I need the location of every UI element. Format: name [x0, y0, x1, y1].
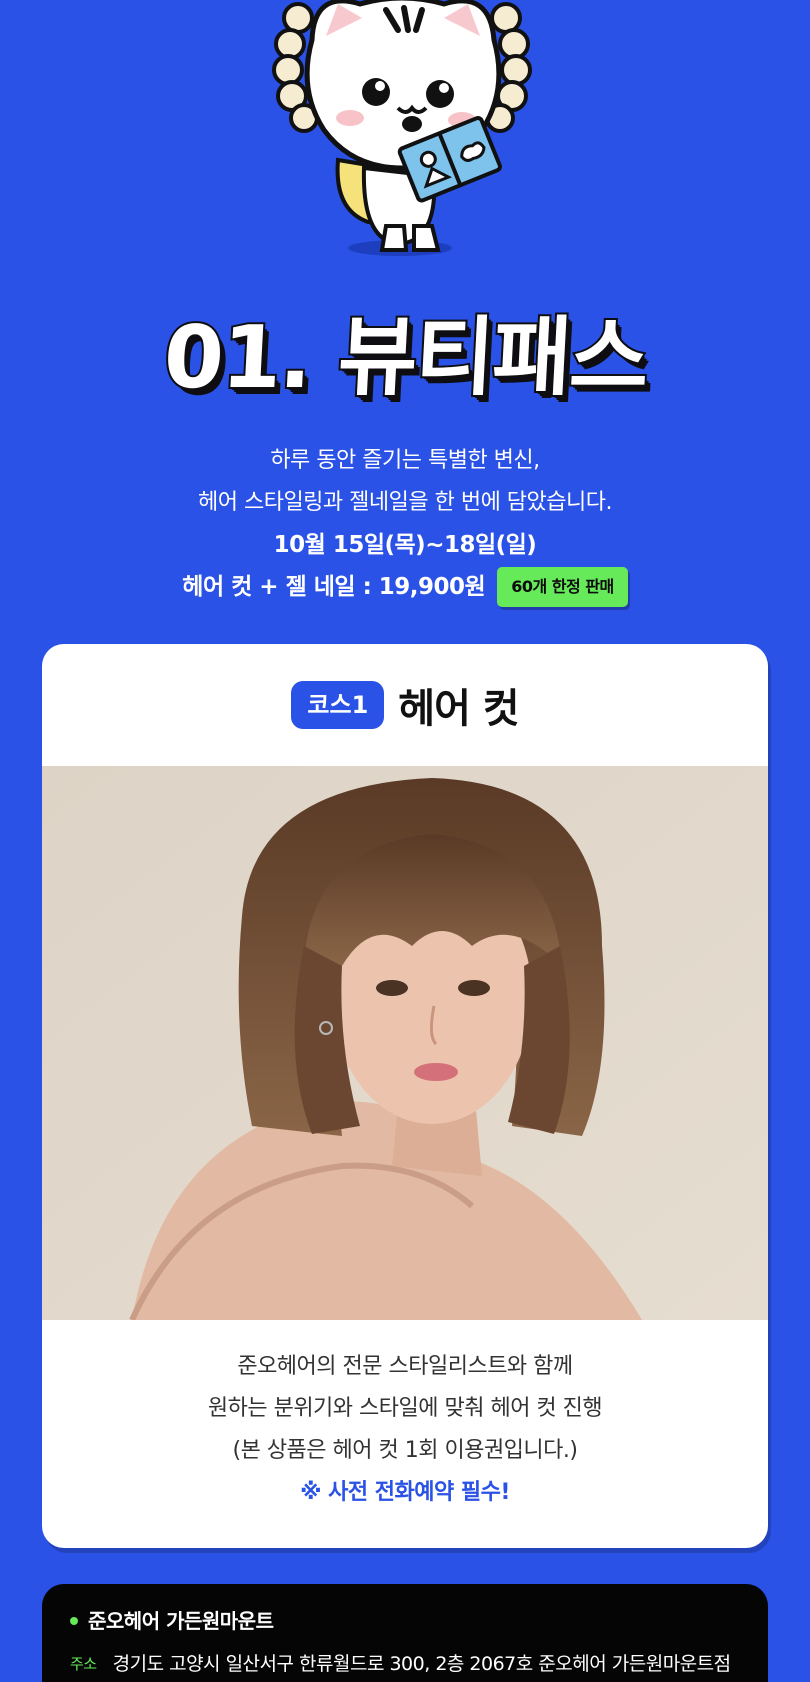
course-desc-line-1: 준오헤어의 전문 스타일리스트와 함께 — [237, 1354, 573, 1379]
headline-text: 01. 뷰티패스 — [159, 306, 651, 410]
store-address: 경기도 고양시 일산서구 한류월드로 300, 2층 2067호 준오헤어 가든… — [112, 1653, 732, 1675]
limited-badge: 60개 한정 판매 — [497, 567, 628, 607]
bullet-dot-icon — [70, 1617, 78, 1625]
course-card: 코스1 헤어 컷 준오헤어의 전문 스타일리스트와 함께 원하는 분위기와 스타… — [42, 644, 768, 1548]
course-title: 헤어 컷 — [398, 686, 519, 732]
mascot-illustration — [268, 0, 538, 262]
model-photo — [42, 766, 768, 1322]
course-card-header: 코스1 헤어 컷 — [42, 644, 768, 766]
intro-line-2: 헤어 스타일링과 젤네일을 한 번에 담았습니다. — [197, 490, 613, 515]
address-label: 주소 — [70, 1655, 97, 1673]
reservation-notice: ※ 사전 전화예약 필수! — [300, 1480, 510, 1505]
store-name-row: 준오헤어 가든원마운트 — [70, 1608, 740, 1634]
store-address-row: 주소 경기도 고양시 일산서구 한류월드로 300, 2층 2067호 준오헤어… — [70, 1652, 740, 1676]
course-desc-line-3: (본 상품은 헤어 컷 1회 이용권입니다.) — [232, 1438, 578, 1463]
store-name: 준오헤어 가든원마운트 — [88, 1609, 274, 1633]
event-dates: 10월 15일(목)~18일(일) — [273, 532, 537, 558]
event-headline: 01. 뷰티패스 — [0, 306, 810, 418]
price-row: 헤어 컷 + 젤 네일 : 19,900원 60개 한정 판매 — [0, 566, 810, 608]
course-description: 준오헤어의 전문 스타일리스트와 함께 원하는 분위기와 스타일에 맞춰 헤어 … — [42, 1320, 768, 1514]
intro-line-1: 하루 동안 즐기는 특별한 변신, — [270, 448, 540, 473]
course-desc-line-2: 원하는 분위기와 스타일에 맞춰 헤어 컷 진행 — [207, 1396, 603, 1421]
store-info: 준오헤어 가든원마운트 주소 경기도 고양시 일산서구 한류월드로 300, 2… — [42, 1584, 768, 1682]
event-intro: 하루 동안 즐기는 특별한 변신, 헤어 스타일링과 젤네일을 한 번에 담았습… — [0, 440, 810, 608]
course-chip: 코스1 — [291, 681, 385, 729]
price-text: 헤어 컷 + 젤 네일 : 19,900원 — [182, 574, 486, 600]
